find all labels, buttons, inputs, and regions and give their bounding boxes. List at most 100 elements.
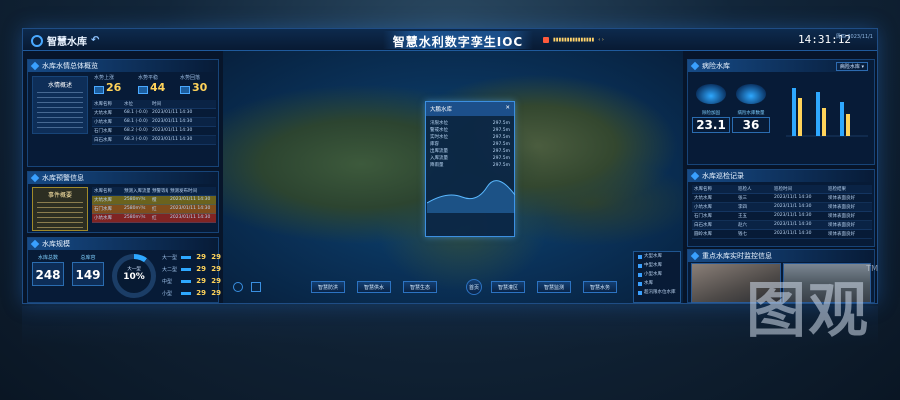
table-row[interactable]: 白石水库 68.3 (-0.0) 2023/01/11 14:30 [92,136,216,145]
bar [840,102,844,136]
ticker-arrows-icon[interactable]: ‹ › [598,37,604,43]
table-row[interactable]: 圆岭水库 钱七 2023/11/1 14:30 坝体表面良好 [692,230,872,239]
table-row[interactable]: 石门水库 2580m³/s 红 2023/01/11 14:30 [92,205,216,214]
legend-item[interactable]: 大一型 29 29 [162,253,221,261]
legend-swatch [181,255,191,259]
total-capacity: 总库容 149 [72,254,104,286]
table-header: 水库名称 水位 时间 [92,100,216,109]
cell: 石门水库 [94,207,112,212]
col-level: 预警等级 [152,189,168,194]
col-name: 水库名称 [94,189,112,194]
kv-value: 297.5m [492,163,510,168]
alert-ticker[interactable]: ▮▮▮▮▮▮▮▮▮▮▮▮▮▮▮ ‹ › [543,35,688,45]
capacity-value: 149 [72,262,104,286]
risk-bar-chart[interactable] [778,78,870,148]
risk-reservoir-card: 病险水库 病险水库 ▾ 除险加固 23.1 病险水库数量 36 [687,59,875,165]
layer-tool-icon[interactable] [251,282,261,292]
legend-large[interactable]: 大型水库 [634,252,680,261]
cell: 2023/01/11 14:30 [152,110,193,115]
stat-falling: 水势回落 30 [180,74,207,94]
bar [792,88,796,136]
kv-key: 出库流量 [430,149,448,154]
warning-table: 水库名称 预测入库流量 预警等级 预测发布时间 大坑水库 2580m³/s 橙 … [92,187,216,223]
water-level-table: 水库名称 水位 时间 大坑水库 68.1 (-0.0) 2023/01/11 1… [92,100,216,145]
stat-falling-label: 水势回落 [180,75,201,81]
stat-steady: 水势平稳 44 [138,74,165,94]
legend-label: 大一型 [162,254,178,261]
col-level: 水位 [124,102,133,107]
legend-item[interactable]: 大二型 29 29 [162,265,221,273]
legend-value: 29 [196,265,206,273]
popup-row: 入库流量 297.5m [426,155,514,162]
legend-value-2: 29 [211,289,221,297]
cell: 坝体表面良好 [828,205,855,210]
cell: 68.1 (-0.0) [124,110,148,115]
scale-donut-chart[interactable]: 大一型 10% [112,254,156,298]
cell: 石门水库 [94,129,112,134]
table-row[interactable]: 小坑水库 68.1 (-0.0) 2023/01/11 14:30 [92,118,216,127]
patrol-title: 水库巡检记录 [688,170,874,182]
reinforce-value: 23.1 [692,117,730,133]
nav-flood-control[interactable]: 智慧防洪 [311,281,346,293]
nav-home[interactable]: 首页 [466,279,482,295]
reservoir-select[interactable]: 病险水库 ▾ [835,62,868,71]
table-row[interactable]: 石门水库 68.2 (-0.0) 2023/01/11 14:30 [92,127,216,136]
bar [816,92,820,136]
nav-water-supply[interactable]: 智慧供水 [357,281,392,293]
cell: 白石水库 [694,223,712,228]
legend-reservoir[interactable]: 水库 [634,279,680,288]
stat-rising-value: 26 [106,81,122,94]
nav-irrigation[interactable]: 智慧灌区 [491,281,526,293]
overview-title: 水库水情总体概览 [28,60,218,72]
title-banner: 智慧水利数字孪生IOC [383,31,533,49]
event-text-lines [37,202,83,228]
table-row[interactable]: 白石水库 赵六 2023/11/1 14:30 坝体表面良好 [692,221,872,230]
stat-falling-value: 30 [192,81,208,94]
total-label: 水库总数 [37,255,58,261]
back-icon[interactable]: ↶ [91,35,99,46]
table-row[interactable]: 大坑水库 2580m³/s 橙 2023/01/11 14:30 [92,196,216,205]
cell: 坝体表面良好 [828,196,855,201]
logo-icon [31,34,43,47]
cell: 2023/11/1 14:30 [774,195,812,200]
table-row[interactable]: 小坑水库 2580m³/s 红 2023/01/11 14:30 [92,214,216,223]
stat-rising-label: 水势上涨 [94,75,115,81]
cell: 小坑水库 [94,216,112,221]
legend-item[interactable]: 小型 29 29 [162,289,221,297]
legend-medium[interactable]: 中型水库 [634,261,680,270]
reservoir-popup[interactable]: 大鹏水库 ✕ 汛限水位 297.5m 警戒水位 297.5m 实时水位 297.5m … [425,101,516,237]
table-row[interactable]: 小坑水库 李四 2023/11/1 14:30 坝体表面良好 [692,203,872,212]
nav-ecology[interactable]: 智慧生态 [403,281,438,293]
nav-water-affairs[interactable]: 智慧水务 [583,281,618,293]
legend-small[interactable]: 小型水库 [634,270,680,279]
donut-value: 10% [123,272,145,282]
bar [846,114,850,136]
cell: 红 [152,216,157,221]
cell: 大坑水库 [94,198,112,203]
scale-card: 水库规模 水库总数 248 总库容 149 大一型 10% 大一型 29 29 大二… [27,237,221,303]
cell: 坝体表面良好 [828,214,855,219]
legend-item[interactable]: 中型 29 29 [162,277,221,285]
kv-key: 实时水位 [430,135,448,140]
legend-value: 29 [196,289,206,297]
cell: 小坑水库 [94,120,112,125]
event-summary-box: 事件概要 [32,187,88,231]
col-name: 水库名称 [94,102,112,107]
table-row[interactable]: 大坑水库 68.1 (-0.0) 2023/01/11 14:30 [92,109,216,118]
scale-title: 水库规模 [28,238,218,250]
close-icon[interactable]: ✕ [505,105,510,113]
reinforce-stat: 除险加固 23.1 [692,110,730,133]
legend-over-limit[interactable]: 超汛限水位水库 [634,288,680,297]
kv-value: 297.5m [492,156,510,161]
table-row[interactable]: 石门水库 王五 2023/11/1 14:30 坝体表面良好 [692,212,872,221]
popup-row: 降雨量 297.5m [426,162,514,169]
cell: 圆岭水库 [694,232,712,237]
map-tool-icon[interactable] [233,282,243,292]
stat-steady-value: 44 [150,81,166,94]
brand[interactable]: 智慧水库 ↶ [31,33,99,48]
table-row[interactable]: 大坑水库 张三 2023/11/1 14:30 坝体表面良好 [692,194,872,203]
brand-label: 智慧水库 [47,37,87,48]
cell: 2023/01/11 14:30 [152,119,193,124]
bar [798,98,802,136]
nav-monitoring[interactable]: 智慧监测 [537,281,572,293]
